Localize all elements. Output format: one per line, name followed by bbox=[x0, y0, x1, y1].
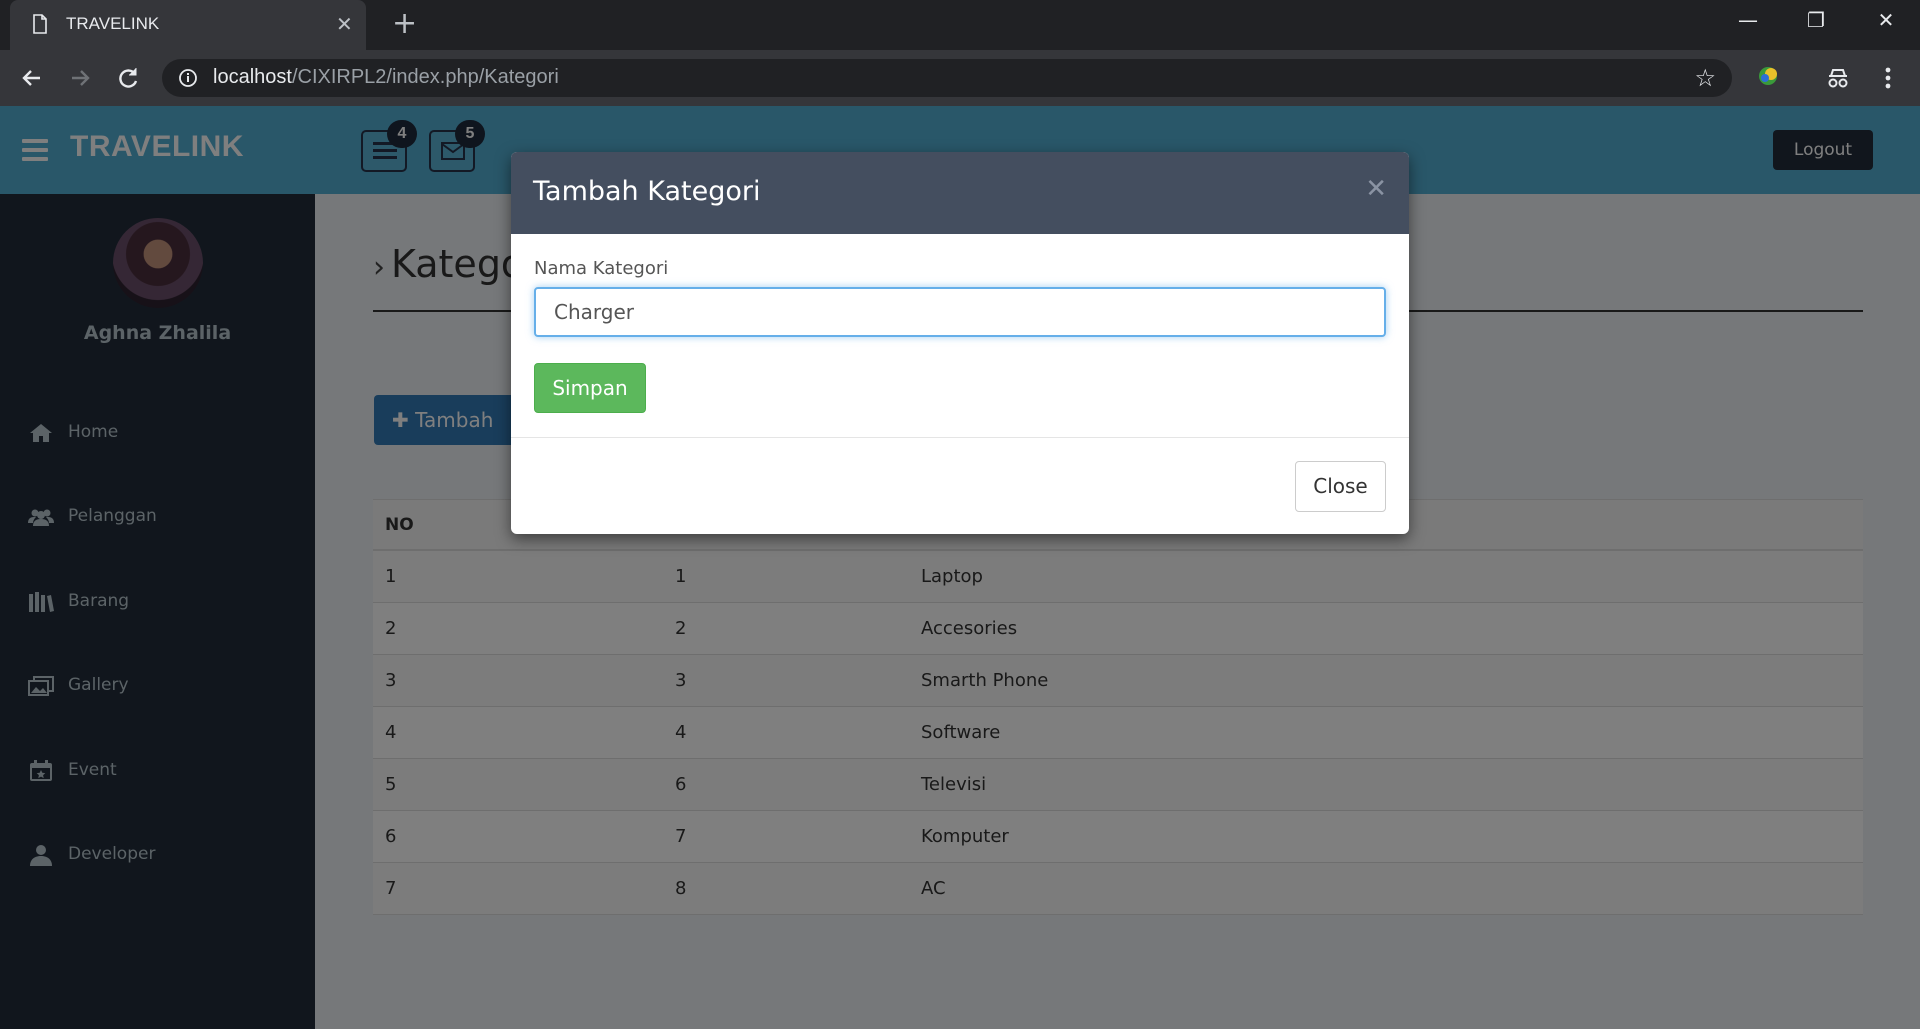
app: TRAVELINK 4 5 Logout Aghna Zhalila Home bbox=[0, 106, 1920, 1029]
category-name-input[interactable] bbox=[534, 287, 1386, 337]
address-bar[interactable]: localhost/CIXIRPL2/index.php/Kategori ☆ bbox=[162, 59, 1732, 97]
modal-title: Tambah Kategori bbox=[533, 176, 761, 207]
close-icon[interactable]: ✕ bbox=[1365, 174, 1387, 204]
url-text: localhost/CIXIRPL2/index.php/Kategori bbox=[213, 66, 559, 88]
browser-toolbar: localhost/CIXIRPL2/index.php/Kategori ☆ bbox=[0, 50, 1920, 106]
category-name-label: Nama Kategori bbox=[534, 258, 669, 279]
restore-icon[interactable]: ❐ bbox=[1796, 8, 1836, 32]
minimize-icon[interactable]: — bbox=[1728, 8, 1768, 32]
incognito-icon[interactable] bbox=[1824, 64, 1852, 92]
window-close-icon[interactable]: ✕ bbox=[1866, 8, 1906, 32]
browser-tab[interactable]: TRAVELINK ✕ bbox=[10, 0, 366, 50]
info-icon[interactable] bbox=[178, 68, 198, 88]
divider bbox=[511, 437, 1409, 438]
close-button[interactable]: Close bbox=[1295, 461, 1386, 512]
tab-title: TRAVELINK bbox=[66, 14, 160, 33]
modal-header: Tambah Kategori ✕ bbox=[511, 152, 1409, 234]
save-button[interactable]: Simpan bbox=[534, 363, 646, 413]
close-tab-icon[interactable]: ✕ bbox=[336, 12, 353, 36]
browser-tab-bar: TRAVELINK ✕ + — ❐ ✕ bbox=[0, 0, 1920, 50]
bookmark-star-icon[interactable]: ☆ bbox=[1694, 64, 1716, 92]
extension-icon[interactable] bbox=[1754, 62, 1782, 90]
new-tab-icon[interactable]: + bbox=[392, 8, 417, 40]
reload-icon[interactable] bbox=[114, 64, 142, 92]
back-icon[interactable] bbox=[18, 64, 46, 92]
forward-icon[interactable] bbox=[66, 64, 94, 92]
menu-dots-icon[interactable] bbox=[1874, 64, 1902, 92]
page-icon bbox=[33, 14, 47, 34]
add-category-modal: Tambah Kategori ✕ Nama Kategori Simpan C… bbox=[511, 152, 1409, 534]
